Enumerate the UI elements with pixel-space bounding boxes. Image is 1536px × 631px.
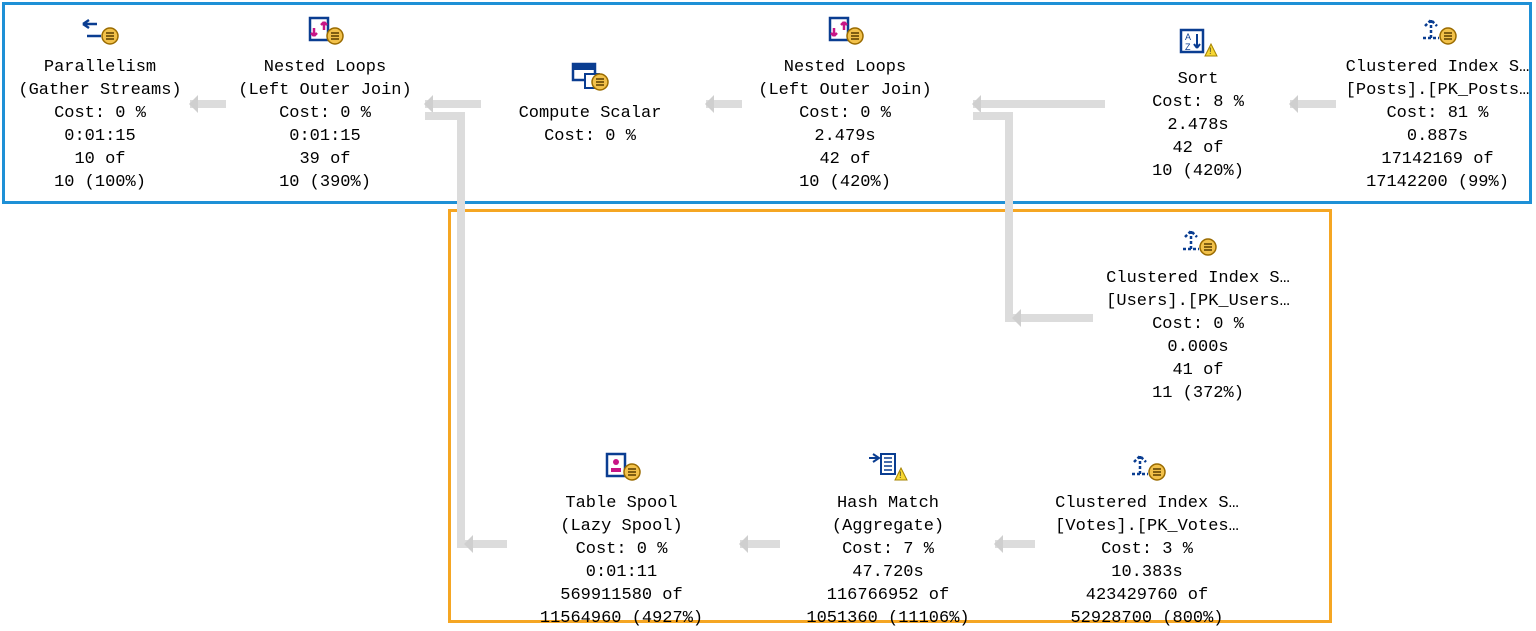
node-cost: Cost: 81 % — [1340, 103, 1535, 126]
node-rows2: 10 (390%) — [230, 172, 420, 195]
node-title: Hash Match — [788, 493, 988, 516]
node-title: Nested Loops — [750, 57, 940, 80]
node-time: 0:01:15 — [230, 126, 420, 149]
nested-loops-icon — [824, 14, 866, 46]
node-rows2: 10 (420%) — [750, 172, 940, 195]
clustered-index-scan-icon — [1126, 450, 1168, 482]
node-rows2: 52928700 (800%) — [1042, 608, 1252, 631]
node-time: 10.383s — [1042, 562, 1252, 585]
node-nested-loops-1[interactable]: Nested Loops (Left Outer Join) Cost: 0 %… — [230, 14, 420, 195]
node-cost: Cost: 3 % — [1042, 539, 1252, 562]
node-subtitle: (Left Outer Join) — [750, 80, 940, 103]
node-rows: 41 of — [1098, 360, 1298, 383]
node-rows: 17142169 of — [1340, 149, 1535, 172]
node-nested-loops-2[interactable]: Nested Loops (Left Outer Join) Cost: 0 %… — [750, 14, 940, 195]
node-rows: 42 of — [1118, 138, 1278, 161]
node-rows2: 10 (420%) — [1118, 161, 1278, 184]
node-cost: Cost: 0 % — [10, 103, 190, 126]
hash-match-icon: ! — [867, 450, 909, 482]
arrow — [706, 100, 742, 108]
node-cost: Cost: 8 % — [1118, 92, 1278, 115]
node-rows: 116766952 of — [788, 585, 988, 608]
node-title: Sort — [1118, 69, 1278, 92]
node-cost: Cost: 0 % — [750, 103, 940, 126]
node-subtitle: (Aggregate) — [788, 516, 988, 539]
arrow — [1290, 100, 1336, 108]
node-object: [Users].[PK_Users… — [1098, 291, 1298, 314]
node-cost: Cost: 7 % — [788, 539, 988, 562]
node-hash-match[interactable]: ! Hash Match (Aggregate) Cost: 7 % 47.72… — [788, 450, 988, 631]
node-time: 47.720s — [788, 562, 988, 585]
node-title: Table Spool — [514, 493, 729, 516]
node-title: Nested Loops — [230, 57, 420, 80]
node-parallelism[interactable]: Parallelism (Gather Streams) Cost: 0 % 0… — [10, 14, 190, 195]
node-rows: 423429760 of — [1042, 585, 1252, 608]
node-table-spool[interactable]: Table Spool (Lazy Spool) Cost: 0 % 0:01:… — [514, 450, 729, 631]
arrow — [465, 540, 507, 548]
node-rows: 10 of — [10, 149, 190, 172]
node-subtitle: (Left Outer Join) — [230, 80, 420, 103]
node-time: 2.478s — [1118, 115, 1278, 138]
svg-text:Z: Z — [1185, 42, 1191, 52]
node-object: [Votes].[PK_Votes… — [1042, 516, 1252, 539]
arrow — [973, 100, 1105, 108]
sort-icon: A Z ! — [1177, 26, 1219, 58]
node-clustered-index-scan-posts[interactable]: Clustered Index S… [Posts].[PK_Posts… Co… — [1340, 14, 1535, 195]
node-time: 2.479s — [750, 126, 940, 149]
node-clustered-index-seek-users[interactable]: Clustered Index S… [Users].[PK_Users… Co… — [1098, 225, 1298, 406]
arrow — [190, 100, 226, 108]
node-rows2: 11 (372%) — [1098, 383, 1298, 406]
node-rows: 42 of — [750, 149, 940, 172]
clustered-index-scan-icon — [1417, 14, 1459, 46]
parallelism-icon — [79, 14, 121, 46]
connector — [1005, 112, 1013, 322]
arrow — [995, 540, 1035, 548]
svg-text:!: ! — [1209, 46, 1212, 56]
node-title: Parallelism — [10, 57, 190, 80]
svg-text:!: ! — [899, 470, 902, 480]
node-object: [Posts].[PK_Posts… — [1340, 80, 1535, 103]
node-title: Compute Scalar — [490, 103, 690, 126]
node-rows: 569911580 of — [514, 585, 729, 608]
arrow — [425, 100, 481, 108]
node-title: Clustered Index S… — [1098, 268, 1298, 291]
node-time: 0.000s — [1098, 337, 1298, 360]
node-rows2: 1051360 (11106%) — [788, 608, 988, 631]
svg-text:A: A — [1185, 32, 1191, 42]
node-time: 0:01:15 — [10, 126, 190, 149]
node-rows: 39 of — [230, 149, 420, 172]
node-subtitle: (Lazy Spool) — [514, 516, 729, 539]
node-compute-scalar[interactable]: Compute Scalar Cost: 0 % — [490, 60, 690, 149]
node-cost: Cost: 0 % — [230, 103, 420, 126]
node-clustered-index-scan-votes[interactable]: Clustered Index S… [Votes].[PK_Votes… Co… — [1042, 450, 1252, 631]
node-title: Clustered Index S… — [1042, 493, 1252, 516]
clustered-index-seek-icon — [1177, 225, 1219, 257]
nested-loops-icon — [304, 14, 346, 46]
compute-scalar-icon — [569, 60, 611, 92]
node-sort[interactable]: A Z ! Sort Cost: 8 % 2.478s 42 of 10 (42… — [1118, 26, 1278, 184]
node-rows2: 17142200 (99%) — [1340, 172, 1535, 195]
node-rows2: 10 (100%) — [10, 172, 190, 195]
arrow — [1013, 314, 1093, 322]
node-time: 0:01:11 — [514, 562, 729, 585]
node-cost: Cost: 0 % — [1098, 314, 1298, 337]
table-spool-icon — [601, 450, 643, 482]
node-cost: Cost: 0 % — [514, 539, 729, 562]
node-subtitle: (Gather Streams) — [10, 80, 190, 103]
node-cost: Cost: 0 % — [490, 126, 690, 149]
arrow — [740, 540, 780, 548]
connector — [457, 112, 465, 548]
node-rows2: 11564960 (4927%) — [514, 608, 729, 631]
node-time: 0.887s — [1340, 126, 1535, 149]
node-title: Clustered Index S… — [1340, 57, 1535, 80]
